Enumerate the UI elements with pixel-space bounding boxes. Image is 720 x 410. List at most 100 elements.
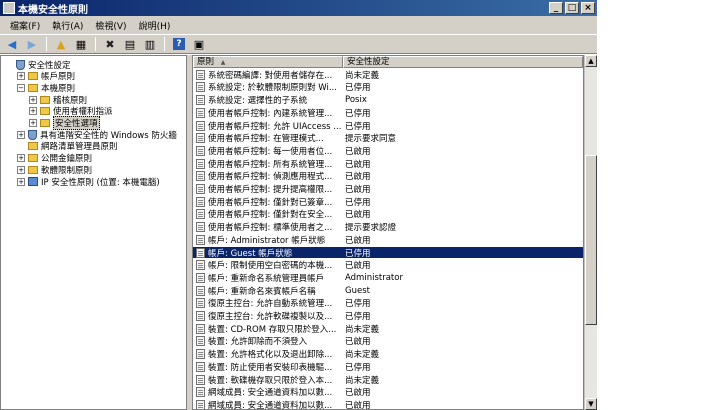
policy-name: 使用者帳戶控制: 僅針對在安全... [208, 210, 333, 221]
expand-icon[interactable]: + [29, 95, 37, 104]
maximize-button[interactable]: □ [565, 2, 579, 14]
policy-setting: 已啟用 [345, 337, 371, 348]
expand-icon[interactable]: + [17, 130, 25, 139]
scroll-thumb[interactable] [585, 155, 597, 325]
policy-row[interactable]: 裝置: CD-ROM 存取只限於登入... 尚未定義 [193, 323, 583, 335]
policy-name: 帳戶: 重新命名來賓帳戶名稱 [208, 286, 316, 297]
tree-item[interactable]: + IP 安全性原則 (位置: 本機電腦) [17, 176, 160, 188]
policy-row[interactable]: 使用者帳戶控制: 僅針對在安全... 已啟用 [193, 209, 583, 221]
policy-row[interactable]: 網域成員: 安全通道資料加以數... 已啟用 [193, 399, 583, 409]
tree-item[interactable]: 安全性設定 [5, 59, 71, 71]
policy-row[interactable]: 帳戶: 重新命名系統管理員帳戶 Administrator [193, 272, 583, 284]
policy-setting: 已停用 [345, 197, 371, 208]
policy-row[interactable]: 系統設定: 於軟體限制原則對 Wi... 已停用 [193, 82, 583, 93]
network-icon [28, 177, 38, 186]
policy-icon [196, 184, 205, 195]
policy-name: 使用者帳戶控制: 所有系統管理... [208, 159, 333, 170]
policy-row[interactable]: 系統密碼編譯: 對使用者儲存在... 尚未定義 [193, 69, 583, 81]
policy-icon [196, 311, 205, 322]
policy-row[interactable]: 系統設定: 選擇性的子系統 Posix [193, 94, 583, 106]
expand-icon[interactable]: + [17, 154, 25, 163]
policy-row[interactable]: 裝置: 允許卸除而不須登入 已啟用 [193, 336, 583, 348]
folder-icon [28, 142, 38, 151]
policy-row[interactable]: 復原主控台: 允許軟碟複製以及... 已停用 [193, 310, 583, 322]
expand-icon[interactable]: + [17, 72, 25, 81]
forward-arrow-icon[interactable]: ▶ [23, 36, 41, 52]
tree-item[interactable]: + 具有進階安全性的 Windows 防火牆 [17, 129, 177, 141]
tree-pane[interactable]: 安全性設定 + 帳戶原則 − 本機原則 + 稽核原則 + 使用者權利指派 + 安全性選項 + 具有進階安… [0, 55, 187, 410]
toolbar: ◀ ▶ ▲ ▦ ✖ ▤ ▥ ? ▣ [0, 34, 597, 54]
column-header-policy[interactable]: 原則 ▲ [193, 56, 343, 68]
delete-icon[interactable]: ✖ [101, 36, 119, 52]
column-header-setting[interactable]: 安全性設定 [343, 56, 583, 68]
properties-icon[interactable]: ▤ [121, 36, 139, 52]
menu-view[interactable]: 檢視(V) [89, 19, 132, 32]
policy-row[interactable]: 使用者帳戶控制: 允許 UIAccess ... 已停用 [193, 120, 583, 132]
policy-row[interactable]: 網域成員: 安全通道資料加以數... 已啟用 [193, 387, 583, 398]
menu-help[interactable]: 說明(H) [133, 19, 177, 32]
policy-row[interactable]: 使用者帳戶控制: 內建系統管理... 已停用 [193, 107, 583, 119]
policy-row[interactable]: 帳戶: 重新命名來賓帳戶名稱 Guest [193, 285, 583, 297]
menu-file[interactable]: 檔案(F) [4, 19, 46, 32]
folder-icon [28, 72, 38, 81]
expand-icon[interactable]: + [17, 177, 25, 186]
policy-row[interactable]: 帳戶: Guest 帳戶狀態 已停用 [193, 246, 583, 259]
policy-setting: 已啟用 [345, 185, 371, 196]
shield-icon [16, 59, 25, 70]
policy-icon [196, 399, 205, 409]
menu-bar: 檔案(F) 執行(A) 檢視(V) 說明(H) [0, 16, 597, 34]
expand-icon[interactable]: + [17, 165, 25, 174]
vertical-scrollbar[interactable]: ▲ ▼ [584, 55, 597, 410]
policy-icon [196, 247, 205, 258]
policy-row[interactable]: 使用者帳戶控制: 在管理模式... 提示要求同意 [193, 133, 583, 145]
policy-icon [196, 272, 205, 283]
policy-row[interactable]: 復原主控台: 允許自動系統管理... 已停用 [193, 298, 583, 310]
policy-row[interactable]: 帳戶: Administrator 帳戶狀態 已啟用 [193, 234, 583, 246]
back-arrow-icon[interactable]: ◀ [3, 36, 21, 52]
policy-name: 使用者帳戶控制: 在管理模式... [208, 134, 324, 145]
tree-item[interactable]: + 安全性選項 [29, 116, 100, 130]
policy-row[interactable]: 裝置: 軟碟機存取只限於登入本... 尚未定義 [193, 374, 583, 386]
policy-setting: 提示要求認證 [345, 223, 397, 234]
policy-row[interactable]: 使用者帳戶控制: 所有系統管理... 已啟用 [193, 158, 583, 170]
tree-item[interactable]: + 公開金鑰原則 [17, 153, 92, 164]
up-folder-icon[interactable]: ▲ [52, 36, 70, 52]
policy-list[interactable]: 原則 ▲ 安全性設定 系統密碼編譯: 對使用者儲存在... 尚未定義 系統設定: 於… [192, 55, 584, 410]
tree-item[interactable]: − 本機原則 [17, 82, 75, 94]
tree-item[interactable]: 網路清單管理員原則 [17, 141, 118, 152]
policy-name: 復原主控台: 允許自動系統管理... [208, 299, 333, 310]
expand-icon[interactable]: + [29, 119, 37, 127]
policy-row[interactable]: 帳戶: 限制使用空白密碼的本機... 已啟用 [193, 260, 583, 271]
collapse-icon[interactable]: − [17, 83, 25, 92]
close-button[interactable]: × [581, 2, 595, 14]
folder-icon [28, 83, 38, 92]
policy-icon [196, 69, 205, 80]
tree-item[interactable]: + 軟體限制原則 [17, 164, 92, 176]
policy-row[interactable]: 裝置: 允許格式化以及退出卸除... 尚未定義 [193, 348, 583, 360]
policy-row[interactable]: 使用者帳戶控制: 每一使用者位... 已啟用 [193, 145, 583, 157]
panel-icon[interactable]: ▣ [190, 36, 208, 52]
export-icon[interactable]: ▥ [141, 36, 159, 52]
menu-action[interactable]: 執行(A) [46, 19, 89, 32]
scroll-up-button[interactable]: ▲ [585, 55, 597, 67]
minimize-button[interactable]: _ [549, 2, 563, 14]
help-icon[interactable]: ? [170, 36, 188, 52]
expand-icon[interactable]: + [29, 107, 37, 116]
policy-setting: 已啟用 [345, 159, 371, 170]
scroll-down-button[interactable]: ▼ [585, 398, 597, 410]
policy-icon [196, 387, 205, 398]
tree-item[interactable]: + 帳戶原則 [17, 71, 75, 82]
tree-item[interactable]: + 稽核原則 [29, 94, 87, 106]
policy-row[interactable]: 使用者帳戶控制: 偵測應用程式... 已啟用 [193, 171, 583, 182]
show-tree-icon[interactable]: ▦ [72, 36, 90, 52]
policy-name: 使用者帳戶控制: 標準使用者之... [208, 223, 333, 234]
folder-icon [28, 165, 38, 174]
shield-icon [28, 129, 37, 140]
policy-setting: 尚未定義 [345, 70, 380, 81]
policy-name: 使用者帳戶控制: 僅針對已簽章... [208, 197, 333, 208]
tree-item-label: 具有進階安全性的 Windows 防火牆 [40, 130, 177, 141]
policy-row[interactable]: 使用者帳戶控制: 提升提高權限... 已啟用 [193, 183, 583, 195]
policy-row[interactable]: 使用者帳戶控制: 標準使用者之... 提示要求認證 [193, 221, 583, 233]
policy-row[interactable]: 使用者帳戶控制: 僅針對已簽章... 已停用 [193, 196, 583, 208]
policy-row[interactable]: 裝置: 防止使用者安裝印表機驅... 已停用 [193, 361, 583, 373]
